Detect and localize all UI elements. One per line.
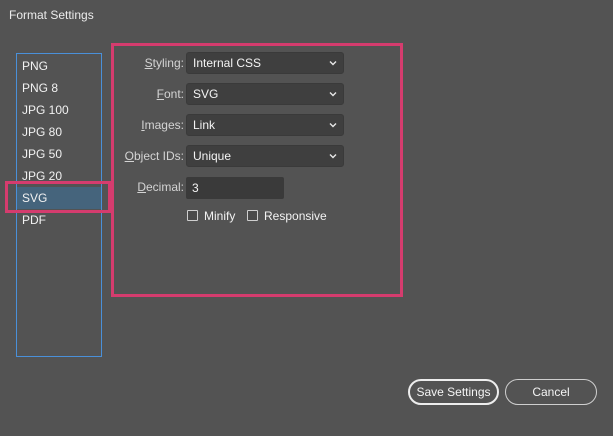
format-item-jpg-80[interactable]: JPG 80 — [17, 121, 101, 143]
format-item-pdf[interactable]: PDF — [17, 209, 101, 231]
decimal-input[interactable]: 3 — [186, 177, 284, 199]
format-settings-dialog: Format Settings PNG PNG 8 JPG 100 JPG 80… — [0, 0, 613, 436]
chevron-down-icon — [329, 154, 337, 159]
format-item-jpg-50[interactable]: JPG 50 — [17, 143, 101, 165]
minify-label: Minify — [204, 209, 236, 223]
format-item-png[interactable]: PNG — [17, 55, 101, 77]
styling-select[interactable]: Internal CSS — [186, 52, 344, 74]
save-settings-button[interactable]: Save Settings — [408, 379, 499, 405]
decimal-row: Decimal: — [112, 176, 184, 198]
responsive-label: Responsive — [264, 209, 327, 223]
dialog-title: Format Settings — [9, 8, 94, 22]
responsive-option[interactable]: Responsive — [247, 208, 337, 224]
images-value: Link — [193, 118, 216, 132]
format-list[interactable]: PNG PNG 8 JPG 100 JPG 80 JPG 50 JPG 20 S… — [16, 53, 102, 357]
cancel-button[interactable]: Cancel — [505, 379, 597, 405]
styling-value: Internal CSS — [193, 56, 262, 70]
font-label: Font: — [156, 87, 184, 101]
responsive-checkbox[interactable] — [247, 210, 258, 221]
object-ids-value: Unique — [193, 149, 232, 163]
object-ids-label: Object IDs: — [124, 149, 184, 163]
font-value: SVG — [193, 87, 219, 101]
format-item-svg[interactable]: SVG — [17, 187, 101, 209]
images-select[interactable]: Link — [186, 114, 344, 136]
styling-label: Styling: — [144, 56, 184, 70]
minify-checkbox[interactable] — [187, 210, 198, 221]
format-item-jpg-20[interactable]: JPG 20 — [17, 165, 101, 187]
format-item-png-8[interactable]: PNG 8 — [17, 77, 101, 99]
format-item-jpg-100[interactable]: JPG 100 — [17, 99, 101, 121]
decimal-label: Decimal: — [137, 180, 184, 194]
chevron-down-icon — [329, 92, 337, 97]
object-ids-select[interactable]: Unique — [186, 145, 344, 167]
images-label: Images: — [141, 118, 184, 132]
images-row: Images: — [112, 114, 184, 136]
styling-row: Styling: — [112, 52, 184, 74]
font-row: Font: — [112, 83, 184, 105]
chevron-down-icon — [329, 61, 337, 66]
font-select[interactable]: SVG — [186, 83, 344, 105]
minify-option[interactable]: Minify — [187, 208, 247, 224]
chevron-down-icon — [329, 123, 337, 128]
highlight-settings-panel — [111, 43, 403, 297]
object-ids-row: Object IDs: — [112, 145, 184, 167]
